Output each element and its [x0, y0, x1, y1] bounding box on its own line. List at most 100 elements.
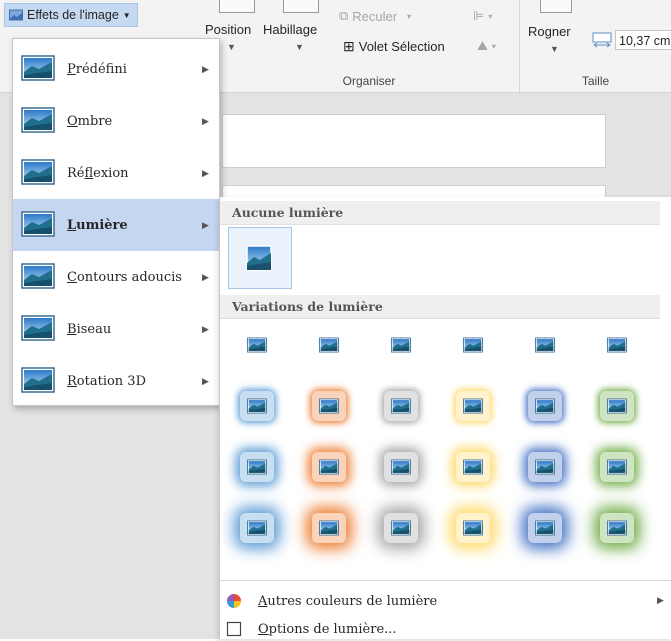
- picture-effects-label: Effets de l'image: [27, 8, 119, 22]
- glow-variation-option[interactable]: [456, 391, 490, 421]
- landscape-picture-icon: [535, 520, 555, 536]
- glow-variation-option[interactable]: [456, 330, 490, 360]
- label-rest: iseau: [76, 321, 112, 337]
- landscape-picture-icon: [21, 159, 55, 185]
- glow-variation-option[interactable]: [312, 452, 346, 482]
- landscape-picture-icon: [607, 398, 627, 414]
- crop-chevron-down-icon[interactable]: ▼: [550, 44, 559, 54]
- menu-item-label: Ombre: [67, 114, 112, 129]
- no-glow-header: Aucune lumière: [220, 201, 660, 225]
- glow-variation-option[interactable]: [600, 330, 634, 360]
- menu-item-contours-adoucis[interactable]: Contours adoucis ▶: [13, 251, 219, 303]
- landscape-picture-icon: [247, 520, 267, 536]
- landscape-picture-icon: [247, 337, 267, 353]
- chevron-right-icon: ▶: [202, 375, 209, 386]
- glow-variation-option[interactable]: [240, 330, 274, 360]
- landscape-picture-icon: [21, 367, 55, 393]
- landscape-picture-icon: [319, 520, 339, 536]
- accel-letter: A: [258, 593, 268, 609]
- glow-variation-option[interactable]: [528, 452, 562, 482]
- menu-divider: [220, 580, 671, 581]
- glow-variation-option[interactable]: [528, 391, 562, 421]
- color-palette-icon: [227, 594, 241, 608]
- landscape-picture-icon: [535, 337, 555, 353]
- label-rest: ontours adoucis: [76, 269, 182, 285]
- menu-item-label: Biseau: [67, 322, 111, 337]
- accel-letter: R: [67, 373, 77, 389]
- align-icon: ⊫: [473, 8, 485, 23]
- landscape-picture-icon: [463, 459, 483, 475]
- glow-variation-option[interactable]: [456, 513, 490, 543]
- glow-variation-option[interactable]: [384, 391, 418, 421]
- chevron-right-icon: ▶: [202, 167, 209, 178]
- chevron-right-icon: ▶: [657, 596, 664, 606]
- landscape-picture-icon: [463, 398, 483, 414]
- glow-variation-option[interactable]: [600, 452, 634, 482]
- landscape-picture-icon: [535, 398, 555, 414]
- glow-variation-option[interactable]: [384, 452, 418, 482]
- more-glow-colors-label: Autres couleurs de lumière: [258, 594, 437, 609]
- wrap-chevron-down-icon[interactable]: ▼: [295, 42, 304, 52]
- position-button[interactable]: Position: [205, 22, 251, 37]
- picture-effects-menu: Prédéfini ▶ Ombre ▶ Réflexion ▶ Lumière ▶ Contou…: [12, 38, 220, 406]
- glow-variation-option[interactable]: [456, 452, 490, 482]
- glow-variation-option[interactable]: [240, 452, 274, 482]
- send-backward-button[interactable]: ⧉ Reculer ▾: [339, 8, 411, 24]
- glow-variation-option[interactable]: [600, 391, 634, 421]
- rotate-button[interactable]: ⛰ ▾: [477, 38, 496, 54]
- more-glow-colors-item[interactable]: Autres couleurs de lumière ▶: [226, 589, 664, 613]
- accel-letter: L: [67, 217, 77, 233]
- glow-variation-option[interactable]: [240, 513, 274, 543]
- menu-item-biseau[interactable]: Biseau ▶: [13, 303, 219, 355]
- wrap-text-button[interactable]: Habillage: [263, 22, 317, 37]
- glow-variation-option[interactable]: [384, 330, 418, 360]
- landscape-picture-icon: [21, 263, 55, 289]
- glow-variation-option[interactable]: [312, 330, 346, 360]
- document-page-strip: [222, 114, 606, 168]
- landscape-picture-icon: [21, 211, 55, 237]
- menu-item-lumi-re[interactable]: Lumière ▶: [13, 199, 219, 251]
- menu-item-label: Contours adoucis: [67, 270, 182, 285]
- glow-variation-option[interactable]: [240, 391, 274, 421]
- crop-icon-top: [540, 0, 572, 13]
- menu-item-r-flexion[interactable]: Réflexion ▶: [13, 147, 219, 199]
- glow-variation-option[interactable]: [600, 513, 634, 543]
- picture-effects-button[interactable]: Effets de l'image ▼: [4, 3, 138, 27]
- label-rest: rédéfini: [75, 61, 127, 77]
- no-glow-option[interactable]: [228, 227, 292, 289]
- label-rest: lexion: [93, 165, 129, 181]
- glow-variation-option[interactable]: [528, 513, 562, 543]
- label-rest: ptions de lumière...: [268, 621, 397, 637]
- glow-options-label: Options de lumière...: [258, 622, 397, 637]
- width-input[interactable]: 10,37 cm: [615, 30, 671, 50]
- glow-variation-option[interactable]: [528, 330, 562, 360]
- label-rest: mbre: [77, 113, 113, 129]
- chevron-down-icon: ▼: [122, 10, 131, 20]
- glow-variation-option[interactable]: [312, 391, 346, 421]
- glow-variation-option[interactable]: [384, 513, 418, 543]
- menu-item-pr-d-fini[interactable]: Prédéfini ▶: [13, 43, 219, 95]
- landscape-picture-icon: [21, 107, 55, 133]
- landscape-picture-icon: [21, 211, 55, 240]
- arrange-group-label: Organiser: [342, 74, 396, 88]
- label-rest: otation 3D: [76, 373, 147, 389]
- landscape-picture-icon: [463, 337, 483, 353]
- accel-letter: O: [258, 621, 269, 637]
- position-chevron-down-icon[interactable]: ▼: [227, 42, 236, 52]
- glow-submenu: Aucune lumière Variations de lumière Aut…: [219, 197, 671, 639]
- menu-item-ombre[interactable]: Ombre ▶: [13, 95, 219, 147]
- glow-variation-option[interactable]: [312, 513, 346, 543]
- send-backward-label: Reculer: [352, 8, 398, 24]
- glow-options-item[interactable]: Options de lumière...: [226, 617, 397, 641]
- crop-button[interactable]: Rogner: [528, 24, 571, 39]
- accel-letter: O: [67, 113, 78, 129]
- glow-variations-header: Variations de lumière: [220, 295, 660, 319]
- align-button[interactable]: ⊫ ▾: [473, 8, 492, 24]
- menu-item-rotation-3d[interactable]: Rotation 3D ▶: [13, 355, 219, 407]
- landscape-picture-icon: [246, 245, 272, 271]
- selection-pane-button[interactable]: ⊞ Volet Sélection: [343, 38, 445, 55]
- wrap-text-label: Habillage: [263, 22, 318, 37]
- landscape-picture-icon: [391, 459, 411, 475]
- landscape-picture-icon: [21, 263, 55, 292]
- landscape-picture-icon: [21, 367, 55, 396]
